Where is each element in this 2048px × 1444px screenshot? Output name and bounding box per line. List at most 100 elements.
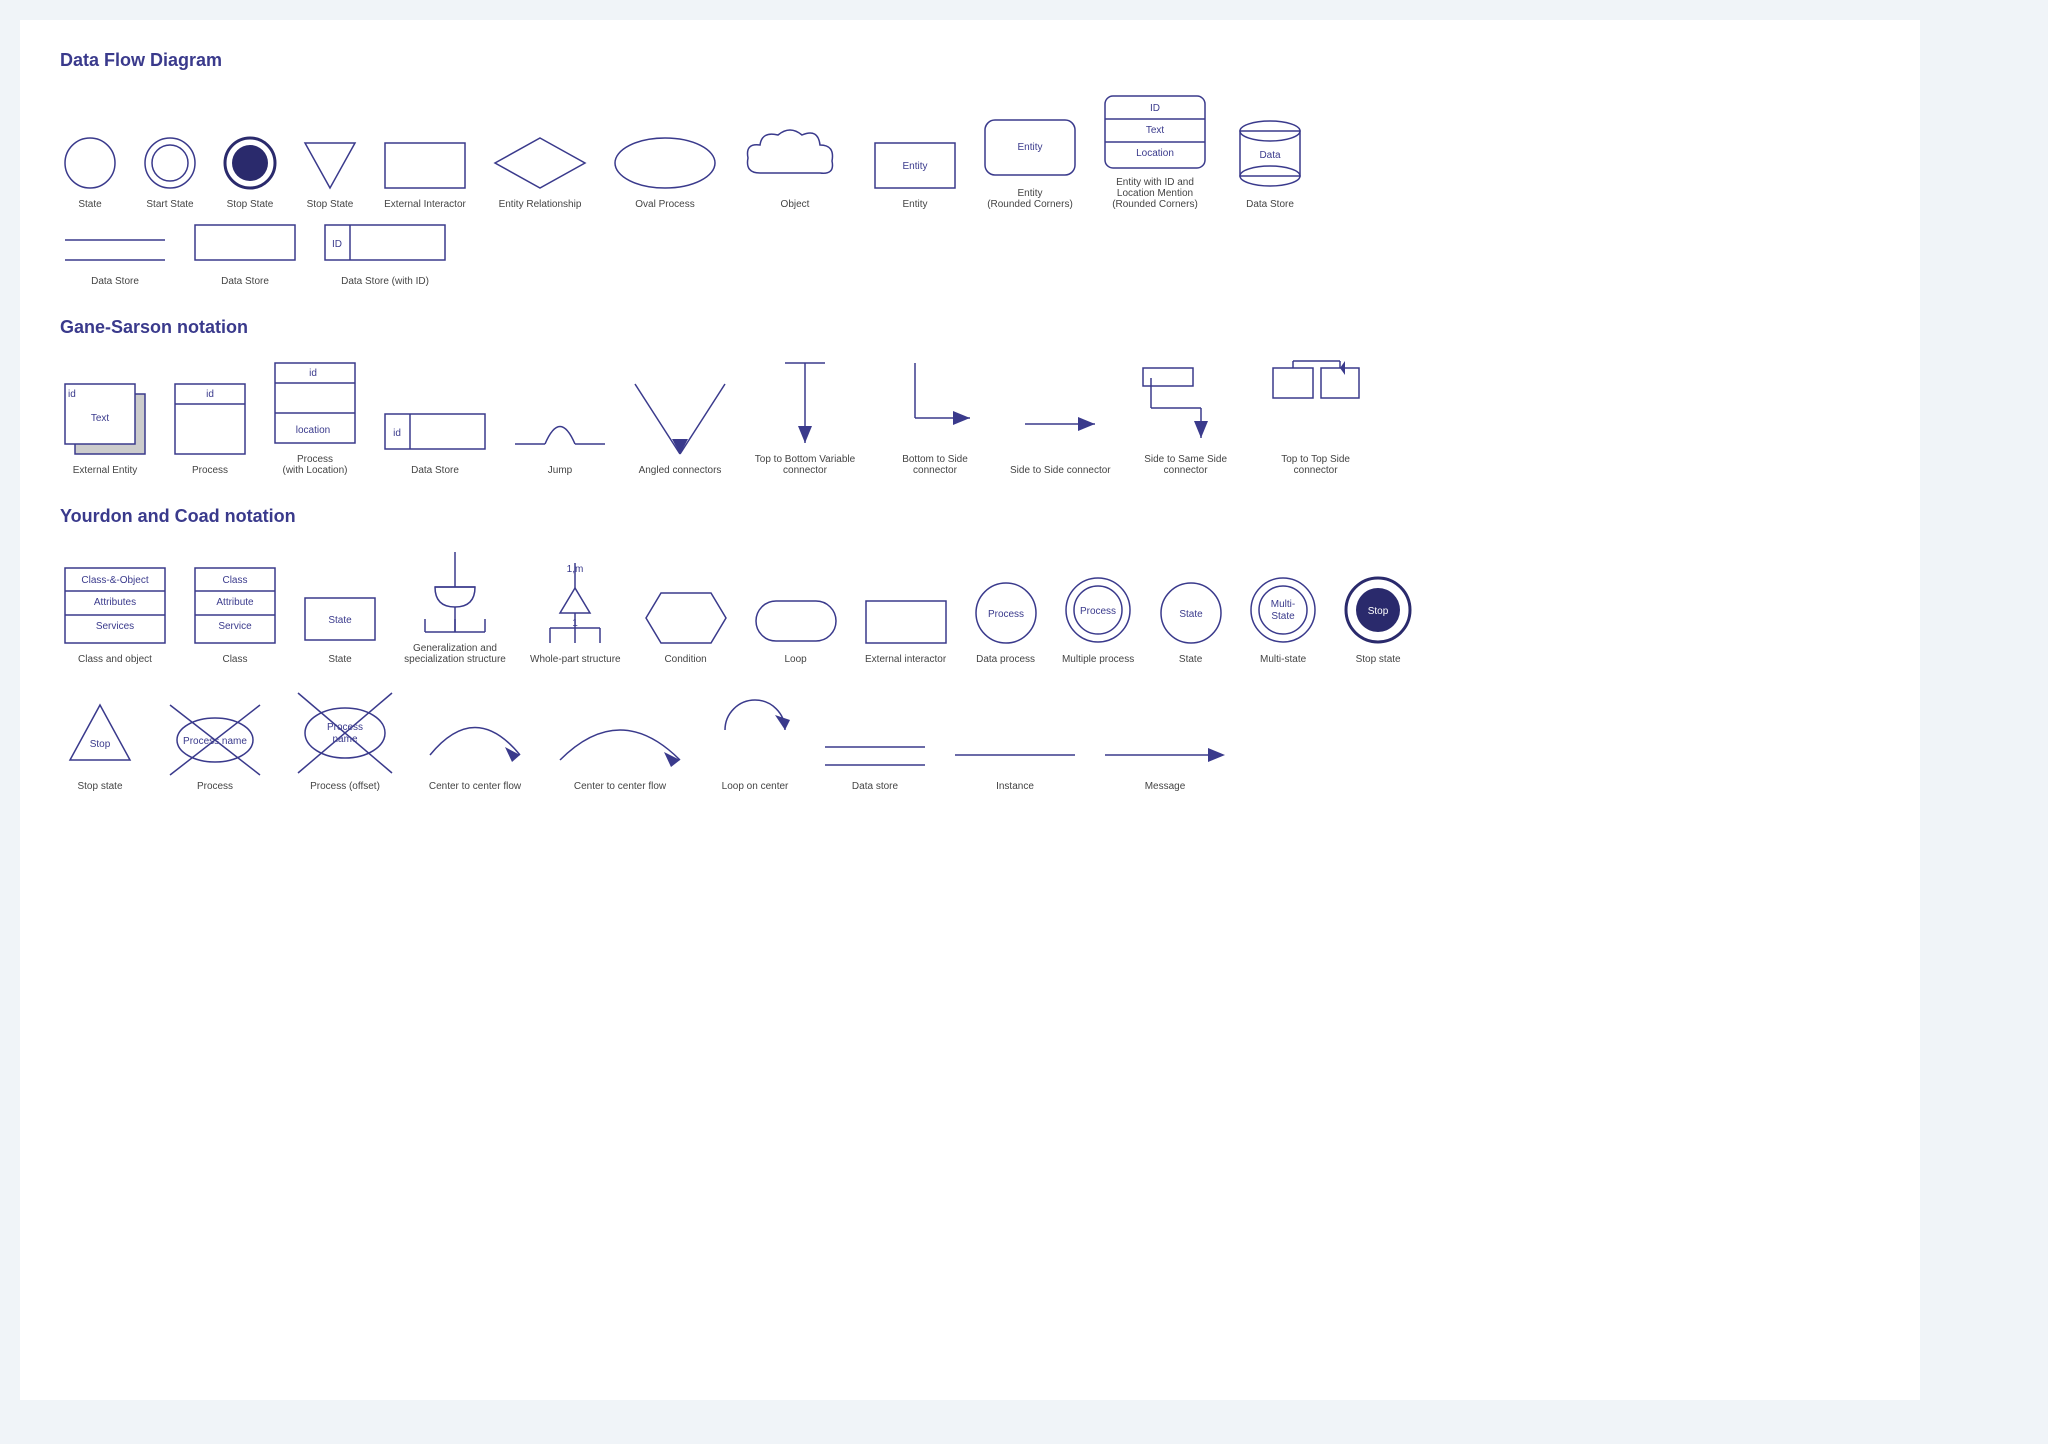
svg-text:State: State [328, 615, 352, 626]
gs-row-1: id Text External Entity id Process [60, 358, 1880, 476]
shape-entity-rounded: Entity Entity(Rounded Corners) [980, 112, 1080, 210]
svg-text:Multi-: Multi- [1270, 599, 1294, 610]
svg-text:Attribute: Attribute [216, 597, 254, 608]
gs-top-bottom-connector: Top to Bottom Variable connector [750, 358, 860, 476]
svg-text:Class: Class [222, 575, 247, 586]
label-gs-angled: Angled connectors [639, 465, 722, 476]
label-yc-external-interactor: External interactor [865, 654, 946, 665]
dfd-row-1: State Start State Stop State [60, 91, 1880, 210]
svg-text:ID: ID [332, 239, 342, 250]
shape-entity-id-location: ID Text Location Entity with ID and Loca… [1100, 91, 1210, 210]
yc-gen-spec: Generalization and specialization struct… [400, 547, 510, 665]
label-yc-center-flow-2: Center to center flow [574, 781, 666, 792]
yc-multiple-process: Process Multiple process [1061, 573, 1136, 665]
label-stop-state-1: Stop State [227, 199, 274, 210]
section-title-dfd: Data Flow Diagram [60, 50, 1880, 71]
section-dfd: Data Flow Diagram State Start State [60, 50, 1880, 287]
svg-text:1: 1 [573, 618, 579, 629]
label-yc-gen-spec: Generalization and specialization struct… [400, 643, 510, 665]
shape-entity-relationship: Entity Relationship [490, 133, 590, 210]
label-oval-process: Oval Process [635, 199, 694, 210]
yc-condition: Condition [641, 588, 731, 665]
label-gs-side-same-side: Side to Same Side connector [1131, 454, 1241, 476]
svg-text:name: name [332, 734, 357, 745]
svg-text:Attributes: Attributes [94, 597, 136, 608]
yc-row-1: Class-&-Object Attributes Services Class… [60, 547, 1880, 665]
svg-text:Entity: Entity [1017, 142, 1042, 153]
yc-center-flow-1: Center to center flow [420, 695, 530, 792]
label-data-store-rect: Data Store [221, 276, 269, 287]
label-yc-center-flow-1: Center to center flow [429, 781, 521, 792]
shape-oval-process: Oval Process [610, 133, 720, 210]
dfd-row-2: Data Store Data Store ID Data Store (wit… [60, 220, 1880, 287]
label-gs-external-entity: External Entity [73, 465, 137, 476]
gs-top-top-connector: Top to Top Side connector [1261, 358, 1371, 476]
label-entity-rounded: Entity(Rounded Corners) [987, 188, 1073, 210]
section-gane-sarson: Gane-Sarson notation id Text External En… [60, 317, 1880, 476]
label-yc-condition: Condition [664, 654, 706, 665]
label-stop-state-2: Stop State [307, 199, 354, 210]
yc-process-ellipse: Process name Process [160, 695, 270, 792]
label-start-state: Start State [146, 199, 193, 210]
yc-stop-triangle: Stop Stop state [60, 695, 140, 792]
label-yc-message: Message [1145, 781, 1186, 792]
label-yc-whole-part: Whole-part structure [530, 654, 621, 665]
yc-center-flow-2: Center to center flow [550, 695, 690, 792]
shape-state: State [60, 133, 120, 210]
svg-text:Text: Text [91, 413, 110, 424]
yc-whole-part: 1,m 1 Whole-part structure [530, 558, 621, 665]
label-gs-data-store: Data Store [411, 465, 459, 476]
label-entity-id-location: Entity with ID and Location Mention (Rou… [1100, 177, 1210, 210]
section-yourdon: Yourdon and Coad notation Class-&-Object… [60, 506, 1880, 792]
shape-data-store-lines: Data Store [60, 230, 170, 287]
yc-data-process: Process Data process [971, 578, 1041, 665]
label-gs-process-location: Process(with Location) [282, 454, 347, 476]
label-data-store-cyl: Data Store [1246, 199, 1294, 210]
svg-text:id: id [309, 368, 317, 379]
label-gs-top-bottom: Top to Bottom Variable connector [750, 454, 860, 476]
label-entity: Entity [902, 199, 927, 210]
label-gs-bottom-side: Bottom to Side connector [880, 454, 990, 476]
gs-external-entity: id Text External Entity [60, 379, 150, 476]
label-yc-stop-state-circle: Stop state [1356, 654, 1401, 665]
label-gs-jump: Jump [548, 465, 572, 476]
yc-class: Class Attribute Service Class [190, 563, 280, 665]
shape-data-store-id: ID Data Store (with ID) [320, 220, 450, 287]
gs-side-side-connector: Side to Side connector [1010, 389, 1111, 476]
yc-stop-state-circle: Stop Stop state [1341, 573, 1416, 665]
svg-text:State: State [1271, 611, 1295, 622]
main-page: Data Flow Diagram State Start State [20, 20, 1920, 1400]
label-yc-multi-state: Multi-state [1260, 654, 1306, 665]
svg-text:Process name: Process name [183, 736, 247, 747]
svg-text:id: id [206, 389, 214, 400]
yc-loop: Loop [751, 593, 841, 665]
yc-loop-center: Loop on center [710, 685, 800, 792]
shape-data-store-rect: Data Store [190, 220, 300, 287]
label-yc-data-process: Data process [976, 654, 1035, 665]
shape-stop-state-2: Stop State [300, 133, 360, 210]
yc-multi-state: Multi- State Multi-state [1246, 573, 1321, 665]
yc-instance: Instance [950, 735, 1080, 792]
svg-text:State: State [1179, 609, 1203, 620]
svg-text:Location: Location [1136, 148, 1174, 159]
shape-stop-state-1: Stop State [220, 133, 280, 210]
yc-state-circle: State State [1156, 578, 1226, 665]
yc-message: Message [1100, 735, 1230, 792]
svg-text:Entity: Entity [902, 161, 927, 172]
label-gs-side-side: Side to Side connector [1010, 465, 1111, 476]
shape-start-state: Start State [140, 133, 200, 210]
yc-state: State State [300, 593, 380, 665]
shape-data-store-cylinder: Data Data Store [1230, 113, 1310, 210]
section-title-gs: Gane-Sarson notation [60, 317, 1880, 338]
label-yc-multiple-process: Multiple process [1062, 654, 1134, 665]
svg-text:Service: Service [218, 621, 252, 632]
label-external-interactor: External Interactor [384, 199, 466, 210]
yc-process-offset: Process name Process (offset) [290, 685, 400, 792]
label-yc-state-circle: State [1179, 654, 1202, 665]
gs-process: id Process [170, 379, 250, 476]
label-yc-process-offset: Process (offset) [310, 781, 380, 792]
gs-angled-connectors: Angled connectors [630, 379, 730, 476]
label-yc-instance: Instance [996, 781, 1034, 792]
shape-entity: Entity Entity [870, 133, 960, 210]
yc-class-object: Class-&-Object Attributes Services Class… [60, 563, 170, 665]
